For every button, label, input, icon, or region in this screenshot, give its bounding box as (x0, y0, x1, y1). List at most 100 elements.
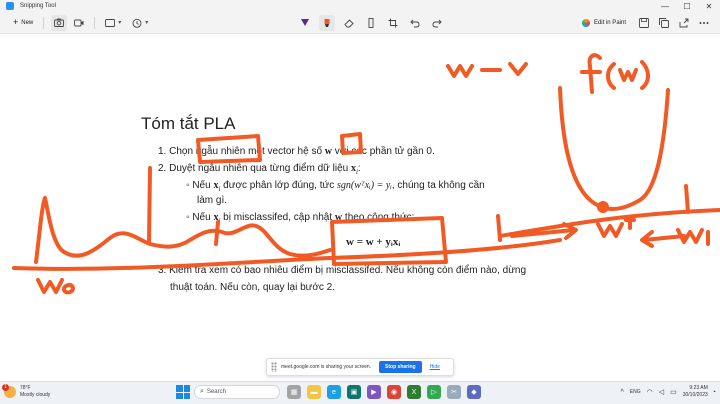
undo-icon[interactable] (407, 15, 423, 31)
meet-icon[interactable]: ▷ (427, 385, 441, 399)
taskbar-apps: ⌕ Search ▦ ▬ e ▣ ▶ ◉ X ▷ ✂ ◆ (176, 385, 484, 399)
ink-wminusv (446, 62, 528, 78)
search-placeholder: Search (206, 389, 226, 395)
screen-sharing-bar: meet.google.com is sharing your screen. … (266, 358, 454, 376)
vector-w: w (324, 146, 333, 157)
ink-w0-label (36, 278, 75, 295)
store-icon[interactable]: ▣ (347, 385, 361, 399)
drag-handle-icon[interactable] (271, 362, 277, 372)
snipping-tool-taskbar-icon[interactable]: ✂ (447, 385, 461, 399)
edit-in-paint-button[interactable]: Edit in Paint (581, 19, 626, 27)
widgets-icon[interactable]: ▦ (287, 385, 301, 399)
ink-vertical-mark-1 (147, 166, 152, 244)
hide-link[interactable]: Hide (430, 364, 440, 370)
search-icon: ⌕ (200, 388, 204, 395)
ink-w1-label (676, 228, 710, 246)
item-text: với các phần tử gần 0. (332, 146, 435, 157)
ballpoint-pen-icon[interactable] (297, 15, 313, 31)
formula: sgn(wᵀxᵢ) = yᵢ (336, 180, 392, 191)
new-label: New (21, 19, 34, 26)
system-tray: ^ ENG ◠ ◁ ▭ 9:23 AM 30/10/2023 ◔ (620, 385, 716, 399)
copy-icon[interactable] (656, 15, 672, 31)
excel-icon[interactable]: X (407, 385, 421, 399)
wifi-icon[interactable]: ◠ (647, 388, 653, 396)
annotation-ink-layer (12, 53, 720, 295)
file-explorer-icon[interactable]: ▬ (307, 385, 321, 399)
temperature: 78°F (20, 385, 31, 391)
weather-text: 78°F Mostly cloudy (20, 385, 50, 399)
bullet: ◦ (186, 212, 190, 223)
annotation-tools (294, 15, 448, 31)
eraser-icon[interactable] (341, 15, 357, 31)
weather-sun-icon: 1 (2, 384, 16, 398)
media-app-icon[interactable]: ▶ (367, 385, 381, 399)
share-icon[interactable] (676, 15, 692, 31)
sharing-message: meet.google.com is sharing your screen. (281, 364, 372, 370)
item-text: Kiểm tra xem có bao nhiêu điểm bị miscla… (169, 265, 527, 276)
item-text: Chọn ngẫu nhiên một vector hệ số (169, 146, 325, 157)
chevron-down-icon[interactable]: ▾ (145, 19, 148, 26)
minimize-icon[interactable]: — (654, 0, 676, 12)
ink-baseline-right (498, 208, 720, 238)
item-text: được phân lớp đúng, tức (220, 180, 337, 191)
battery-icon[interactable]: ▭ (670, 388, 677, 396)
ink-vertical-mark-3 (496, 214, 502, 242)
sub-list-item: ◦ Nếu xi bị misclassifed, cập nhật w the… (186, 212, 414, 225)
weather-widget[interactable]: 1 78°F Mostly cloudy (2, 384, 50, 399)
list-item: 3. Kiểm tra xem có bao nhiêu điểm bị mis… (158, 265, 526, 276)
chevron-up-icon[interactable]: ^ (620, 389, 623, 396)
volume-icon[interactable]: ◁ (659, 388, 664, 396)
item-number: 1. (158, 146, 167, 157)
list-item: 1. Chọn ngẫu nhiên một vector hệ số w vớ… (158, 146, 435, 157)
window-controls: — ☐ ✕ (654, 0, 720, 12)
window-title: Snipping Tool (20, 3, 56, 9)
toolbar-divider (94, 16, 96, 29)
maximize-icon[interactable]: ☐ (676, 0, 698, 12)
windows-start-icon[interactable] (176, 385, 190, 399)
list-item-continuation: thuật toán. Nếu còn, quay lại bước 2. (170, 282, 336, 293)
time: 9:23 AM (689, 385, 708, 391)
taskbar-search-input[interactable]: ⌕ Search (194, 385, 280, 399)
clock[interactable]: 9:23 AM 30/10/2023 (683, 385, 708, 399)
sub-list-item-continuation: làm gì. (197, 195, 228, 206)
weather-condition: Mostly cloudy (20, 392, 51, 398)
close-icon[interactable]: ✕ (698, 0, 720, 12)
title-bar: Snipping Tool — ☐ ✕ (0, 0, 720, 12)
highlighter-icon[interactable] (319, 15, 335, 31)
notifications-icon[interactable]: ◔ (712, 389, 716, 396)
app-icon[interactable]: ◆ (467, 385, 481, 399)
new-snip-button[interactable]: + New (8, 16, 38, 30)
crop-icon[interactable] (385, 15, 401, 31)
list-item: 2. Duyệt ngẫu nhiên qua từng điểm dữ liệ… (158, 163, 361, 176)
ink-error-curve (34, 196, 332, 264)
item-number: 3. (158, 265, 167, 276)
toolbar-right: Edit in Paint (581, 15, 714, 31)
item-text: : (357, 163, 361, 174)
ink-arrow-left (640, 230, 686, 248)
save-icon[interactable] (636, 15, 652, 31)
snipping-tool-app-icon (6, 2, 14, 10)
ruler-icon[interactable] (363, 15, 379, 31)
chevron-down-icon[interactable]: ▾ (118, 19, 121, 26)
video-icon[interactable] (71, 15, 87, 31)
bullet: ◦ (186, 180, 190, 191)
item-text: Nếu (192, 180, 214, 191)
sub-list-item: ◦ Nếu xi được phân lớp đúng, tức sgn(wᵀx… (186, 180, 485, 193)
language-indicator[interactable]: ENG (630, 389, 641, 395)
edge-browser-icon[interactable]: e (327, 385, 341, 399)
snipping-tool-window: Snipping Tool — ☐ ✕ + New ▾ ▾ Edit in Pa… (0, 0, 720, 404)
item-text: theo công thức: (342, 212, 415, 223)
rectangle-mode-icon[interactable] (102, 15, 118, 31)
camera-icon[interactable] (51, 14, 68, 31)
plus-icon: + (13, 17, 19, 27)
ink-convex-curve (558, 86, 670, 211)
paint-icon (581, 19, 590, 27)
ink-arrow-right (510, 222, 578, 240)
item-text: Nếu (192, 212, 214, 223)
slide-title: Tóm tắt PLA (141, 114, 236, 133)
more-icon[interactable] (696, 15, 712, 31)
stop-sharing-button[interactable]: Stop sharing (379, 361, 422, 373)
chrome-icon[interactable]: ◉ (387, 385, 401, 399)
redo-icon[interactable] (429, 15, 445, 31)
delay-timer-icon[interactable] (129, 15, 145, 31)
